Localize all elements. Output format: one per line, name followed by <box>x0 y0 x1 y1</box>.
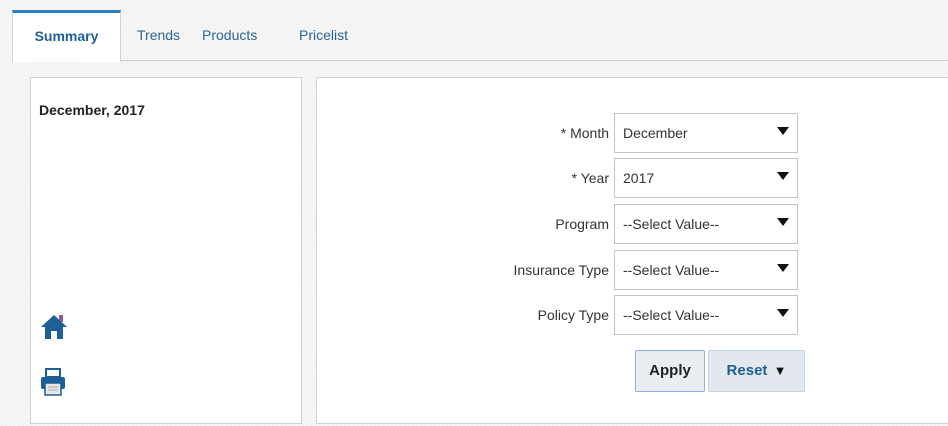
printer-icon[interactable] <box>40 368 66 399</box>
chevron-down-icon <box>777 127 789 135</box>
policy-type-row: Policy Type --Select Value-- <box>317 295 948 335</box>
insurance-type-select[interactable]: --Select Value-- <box>614 250 798 290</box>
year-row: * Year 2017 <box>317 158 948 198</box>
year-select[interactable]: 2017 <box>614 158 798 198</box>
year-label: * Year <box>571 170 609 186</box>
chevron-down-icon <box>777 309 789 317</box>
program-select[interactable]: --Select Value-- <box>614 204 798 244</box>
period-title: December, 2017 <box>39 102 145 118</box>
month-select[interactable]: December <box>614 113 798 153</box>
policy-type-label: Policy Type <box>537 307 609 323</box>
policy-type-select-value: --Select Value-- <box>623 307 720 323</box>
tab-trends[interactable]: Trends <box>137 10 180 61</box>
insurance-type-row: Insurance Type --Select Value-- <box>317 250 948 290</box>
program-select-value: --Select Value-- <box>623 216 720 232</box>
insurance-type-select-value: --Select Value-- <box>623 262 720 278</box>
chevron-down-icon <box>777 264 789 272</box>
month-label: * Month <box>560 125 609 141</box>
tab-bar: Summary Trends Products Pricelist <box>12 10 948 62</box>
apply-button[interactable]: Apply <box>635 350 705 392</box>
tab-pricelist[interactable]: Pricelist <box>299 10 348 61</box>
month-select-value: December <box>623 125 688 141</box>
home-icon[interactable] <box>40 313 68 344</box>
filter-panel: * Month December * Year 2017 Program --S… <box>316 77 948 424</box>
reset-button-label: Reset <box>726 362 768 379</box>
caret-down-icon: ▼ <box>773 363 787 378</box>
program-label: Program <box>555 216 609 232</box>
policy-type-select[interactable]: --Select Value-- <box>614 295 798 335</box>
tab-summary[interactable]: Summary <box>12 10 121 62</box>
month-row: * Month December <box>317 113 948 153</box>
insurance-type-label: Insurance Type <box>513 262 609 278</box>
program-row: Program --Select Value-- <box>317 204 948 244</box>
chevron-down-icon <box>777 172 789 180</box>
summary-panel: December, 2017 <box>30 77 302 424</box>
tab-products[interactable]: Products <box>202 10 257 61</box>
reset-button[interactable]: Reset ▼ <box>708 350 805 392</box>
chevron-down-icon <box>777 218 789 226</box>
year-select-value: 2017 <box>623 170 655 186</box>
